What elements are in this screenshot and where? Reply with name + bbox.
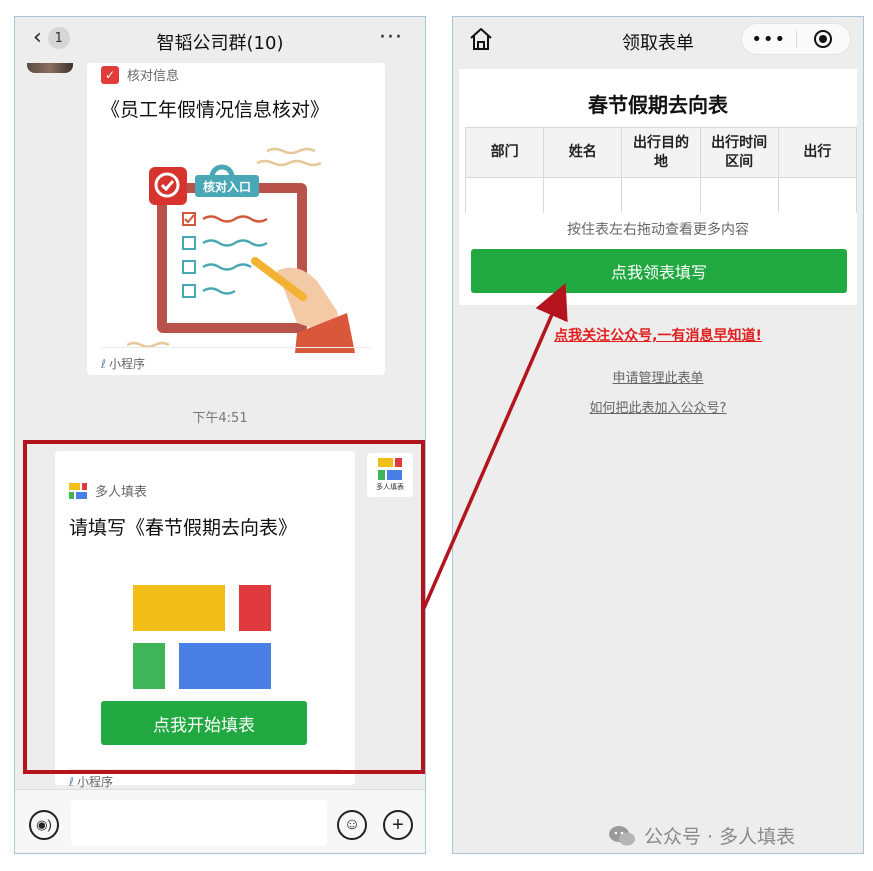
page-header: 领取表单 ••• <box>453 17 863 61</box>
form-screen: 领取表单 ••• 春节假期去向表 部门 姓名 出行目的地 出行时间区间 出行 按… <box>452 16 864 854</box>
howto-add-link[interactable]: 如何把此表加入公众号? <box>453 397 863 416</box>
close-target-icon <box>814 30 833 48</box>
sender-avatar[interactable] <box>27 63 73 73</box>
card-divider <box>101 347 371 348</box>
wechat-icon <box>609 825 635 845</box>
column-header: 部门 <box>465 127 545 178</box>
form-preview-card: 春节假期去向表 部门 姓名 出行目的地 出行时间区间 出行 按住表左右拖动查看更… <box>459 69 857 305</box>
drag-hint: 按住表左右拖动查看更多内容 <box>567 222 749 238</box>
capsule-close-button[interactable] <box>796 30 850 48</box>
card-footer: ℓ 小程序 <box>69 773 113 790</box>
form-table-scroll[interactable]: 部门 姓名 出行目的地 出行时间区间 出行 <box>465 127 857 213</box>
table-cell <box>465 177 545 213</box>
column-header: 出行 <box>777 127 857 178</box>
highlight-frame <box>23 440 425 774</box>
capsule-more-button[interactable]: ••• <box>742 29 796 50</box>
link-icon: ℓ <box>101 356 106 371</box>
plus-icon: + <box>392 814 404 836</box>
column-header: 出行目的地 <box>621 127 701 178</box>
manage-form-link[interactable]: 申请管理此表单 <box>453 367 863 386</box>
card-title: 《员工年假情况信息核对》 <box>101 99 330 121</box>
card-source-name: 核对信息 <box>127 69 180 84</box>
form-heading: 春节假期去向表 <box>588 93 728 117</box>
card-source: ✓ 核对信息 <box>101 65 179 84</box>
watermark-text: 公众号 · 多人填表 <box>644 826 796 848</box>
mini-program-label: 小程序 <box>108 357 145 371</box>
chat-header: ‹ 1 智韬公司群(10) ··· <box>15 17 425 61</box>
emoji-button[interactable]: ☺ <box>337 810 367 840</box>
form-table: 部门 姓名 出行目的地 出行时间区间 出行 <box>465 127 857 213</box>
table-row <box>465 177 857 213</box>
link-icon: ℓ <box>69 774 74 789</box>
more-actions-button[interactable]: + <box>383 810 413 840</box>
chat-title: 智韬公司群(10) <box>156 33 284 54</box>
smiley-icon: ☺ <box>343 816 361 833</box>
message-input[interactable] <box>71 800 327 846</box>
table-cell <box>543 177 623 213</box>
voice-wave-icon: ◉) <box>36 817 52 832</box>
table-cell <box>777 177 857 213</box>
column-header: 出行时间区间 <box>699 127 779 178</box>
table-cell <box>699 177 779 213</box>
more-options-button[interactable]: ··· <box>379 25 403 50</box>
follow-account-link[interactable]: 点我关注公众号,一有消息早知道! <box>453 325 863 345</box>
mini-program-capsule: ••• <box>741 23 851 55</box>
mini-program-label: 小程序 <box>76 775 113 789</box>
check-app-icon: ✓ <box>101 65 119 84</box>
message-input-bar: ◉) ☺ + <box>15 789 425 853</box>
table-header-row: 部门 姓名 出行目的地 出行时间区间 出行 <box>465 127 857 178</box>
message-timestamp: 下午4:51 <box>192 411 248 426</box>
voice-input-button[interactable]: ◉) <box>29 810 59 840</box>
checklist-illustration-icon: 核对入口 <box>127 147 355 353</box>
get-form-button[interactable]: 点我领表填写 <box>471 249 847 293</box>
mini-program-card-verify[interactable]: ✓ 核对信息 《员工年假情况信息核对》 核对入口 ℓ 小程序 <box>87 63 385 375</box>
card-footer: ℓ 小程序 <box>101 355 145 372</box>
column-header: 姓名 <box>543 127 623 178</box>
entry-tag-text: 核对入口 <box>203 179 251 194</box>
table-cell <box>621 177 701 213</box>
watermark: 公众号 · 多人填表 <box>608 822 795 849</box>
